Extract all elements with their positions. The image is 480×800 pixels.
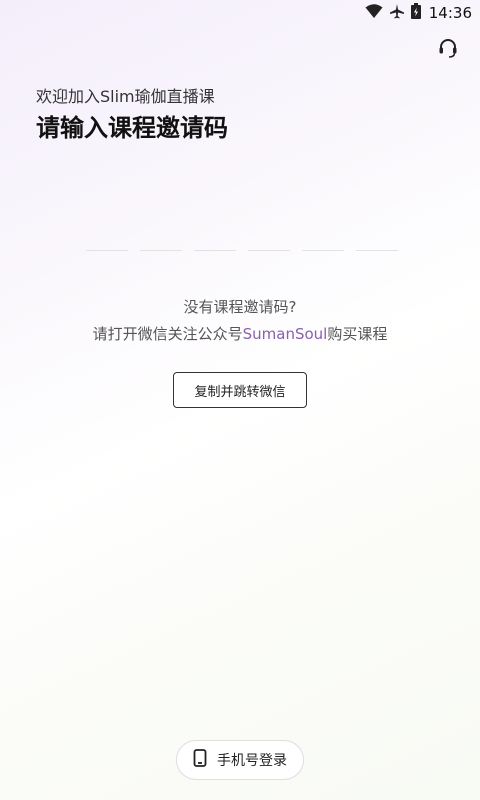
airplane-icon [389,3,405,23]
headset-icon[interactable] [436,36,460,60]
welcome-text: 欢迎加入Slim瑜伽直播课 [36,87,215,106]
phone-icon [193,749,207,771]
status-bar: 14:36 [0,0,480,26]
copy-button-label: 复制并跳转微信 [194,384,286,400]
code-slot-1[interactable] [86,250,128,251]
status-time: 14:36 [428,4,472,22]
page-title: 请输入课程邀请码 [36,114,228,142]
brand-name: SumanSoul [242,325,328,343]
hint-suffix: 购买课程 [327,325,388,343]
invite-code-input[interactable] [86,250,398,251]
status-icons: 14:36 [365,3,472,23]
no-code-hint: 没有课程邀请码? [183,298,297,316]
follow-account-hint: 请打开微信关注公众号SumanSoul购买课程 [0,323,480,344]
code-slot-2[interactable] [140,250,182,251]
phone-login-button[interactable]: 手机号登录 [176,740,304,780]
copy-and-open-wechat-button[interactable]: 复制并跳转微信 [173,372,307,408]
code-slot-3[interactable] [194,250,236,251]
code-slot-6[interactable] [356,250,398,251]
phone-login-label: 手机号登录 [217,753,287,769]
wifi-icon [365,3,383,23]
hint-prefix: 请打开微信关注公众号 [92,325,243,343]
code-slot-4[interactable] [248,250,290,251]
code-slot-5[interactable] [302,250,344,251]
battery-icon [410,3,421,23]
